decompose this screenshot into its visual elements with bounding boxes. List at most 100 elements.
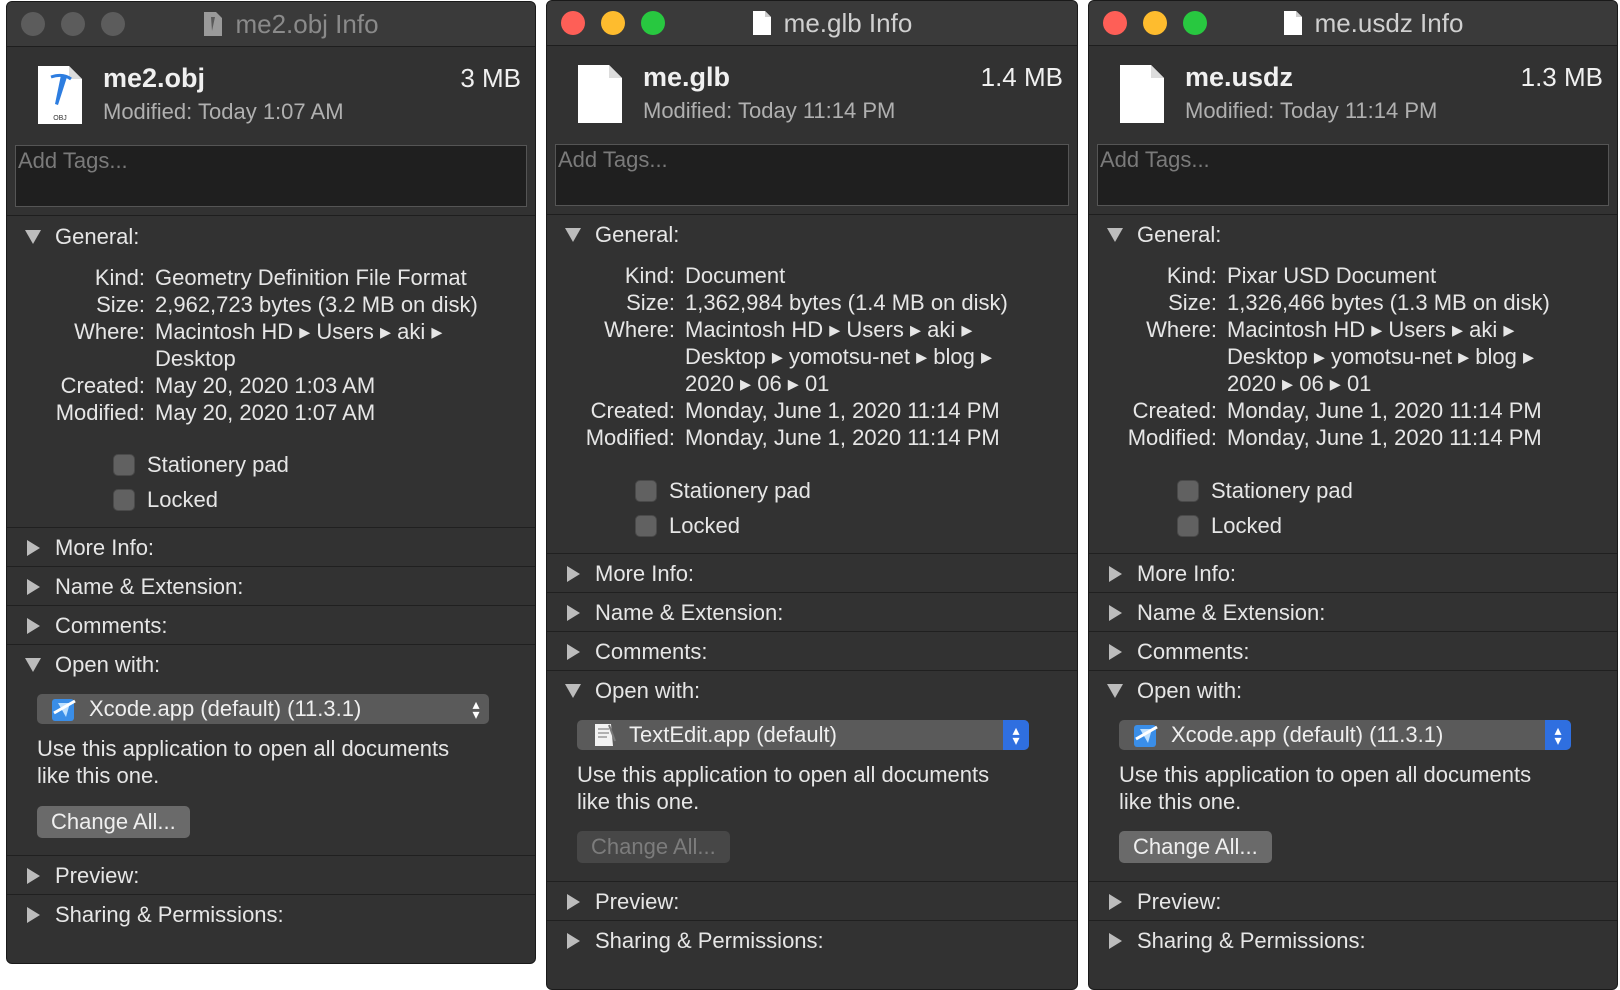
checkbox-label: Stationery pad	[669, 478, 811, 503]
disclosure-triangle-icon[interactable]	[1109, 644, 1122, 660]
open-with-popup[interactable]: Xcode.app (default) (11.3.1) ▴ ▾	[1119, 720, 1571, 750]
checkbox[interactable]	[635, 480, 657, 502]
disclosure-triangle-icon[interactable]	[1109, 605, 1122, 621]
file-name: me.usdz	[1185, 62, 1294, 92]
disclosure-triangle-icon[interactable]	[1109, 894, 1122, 910]
modified-value: Today 11:14 PM	[1280, 98, 1438, 123]
divider	[7, 855, 535, 856]
section-preview[interactable]: Preview:	[547, 883, 1077, 921]
section-label: Comments:	[595, 639, 708, 664]
description-line: Use this application to open all documen…	[37, 736, 450, 761]
section-open-with[interactable]: Open with:	[7, 646, 535, 684]
divider	[547, 553, 1077, 554]
document-icon	[1283, 11, 1302, 35]
section-open-with[interactable]: Open with:	[1089, 672, 1617, 710]
section-more-info[interactable]: More Info:	[7, 529, 535, 567]
title-bar[interactable]: me.glb Info	[547, 1, 1077, 46]
tags-input[interactable]: Add Tags...	[15, 145, 527, 207]
change-all-button[interactable]: Change All...	[577, 831, 730, 863]
change-all-button[interactable]: Change All...	[37, 806, 190, 838]
divider	[1089, 881, 1617, 882]
section-general[interactable]: General:	[1089, 216, 1617, 254]
divider	[547, 214, 1077, 215]
section-sharing-permissions[interactable]: Sharing & Permissions:	[547, 922, 1077, 960]
kind-label: Kind:	[94, 265, 145, 290]
section-general[interactable]: General:	[7, 218, 535, 256]
disclosure-triangle-icon[interactable]	[1109, 566, 1122, 582]
section-sharing-permissions[interactable]: Sharing & Permissions:	[7, 896, 535, 934]
section-open-with[interactable]: Open with:	[547, 672, 1077, 710]
disclosure-triangle-icon[interactable]	[1109, 933, 1122, 949]
tags-input[interactable]: Add Tags...	[555, 144, 1069, 206]
modified-label: Modified:	[1185, 98, 1275, 123]
section-comments[interactable]: Comments:	[7, 607, 535, 645]
disclosure-triangle-icon[interactable]	[25, 658, 41, 672]
modified-label: Modified:	[103, 99, 193, 124]
size-label: Size:	[96, 292, 145, 317]
section-more-info[interactable]: More Info:	[547, 555, 1077, 593]
section-label: General:	[55, 224, 140, 249]
stationery-pad-checkbox[interactable]: Stationery pad	[1177, 478, 1353, 504]
open-with-popup[interactable]: TextEdit.app (default) ▴ ▾	[577, 720, 1029, 750]
disclosure-triangle-icon[interactable]	[567, 933, 580, 949]
disclosure-triangle-icon[interactable]	[565, 228, 581, 242]
disclosure-triangle-icon[interactable]	[27, 540, 40, 556]
disclosure-triangle-icon[interactable]	[25, 230, 41, 244]
disclosure-triangle-icon[interactable]	[27, 618, 40, 634]
created-value: May 20, 2020 1:03 AM	[155, 373, 376, 398]
section-more-info[interactable]: More Info:	[1089, 555, 1617, 593]
checkbox[interactable]	[635, 515, 657, 537]
checkbox[interactable]	[113, 489, 135, 511]
locked-checkbox[interactable]: Locked	[113, 487, 218, 513]
locked-checkbox[interactable]: Locked	[635, 513, 740, 539]
checkbox[interactable]	[1177, 480, 1199, 502]
stationery-pad-checkbox[interactable]: Stationery pad	[113, 452, 289, 478]
where-label: Where:	[74, 319, 145, 344]
xcode-app-icon	[52, 699, 76, 721]
disclosure-triangle-icon[interactable]	[1107, 684, 1123, 698]
stationery-pad-checkbox[interactable]: Stationery pad	[635, 478, 811, 504]
section-label: Open with:	[1137, 678, 1243, 703]
section-label: Sharing & Permissions:	[1137, 928, 1366, 953]
kind-value: Document	[685, 263, 786, 288]
disclosure-triangle-icon[interactable]	[567, 644, 580, 660]
section-name-extension[interactable]: Name & Extension:	[7, 568, 535, 606]
popup-arrows-icon[interactable]: ▴ ▾	[1003, 720, 1029, 750]
checkbox[interactable]	[1177, 515, 1199, 537]
locked-checkbox[interactable]: Locked	[1177, 513, 1282, 539]
section-comments[interactable]: Comments:	[547, 633, 1077, 671]
disclosure-triangle-icon[interactable]	[1107, 228, 1123, 242]
popup-value: TextEdit.app (default)	[629, 722, 837, 747]
disclosure-triangle-icon[interactable]	[567, 894, 580, 910]
title-bar[interactable]: me.usdz Info	[1089, 1, 1617, 46]
created-value: Monday, June 1, 2020 11:14 PM	[1227, 398, 1542, 423]
disclosure-triangle-icon[interactable]	[27, 579, 40, 595]
checkbox[interactable]	[113, 454, 135, 476]
section-name-extension[interactable]: Name & Extension:	[547, 594, 1077, 632]
file-modified: Modified: Today 11:14 PM	[1185, 98, 1437, 124]
window-title: me2.obj Info	[235, 8, 379, 39]
section-name-extension[interactable]: Name & Extension:	[1089, 594, 1617, 632]
title-bar[interactable]: me2.obj Info	[7, 2, 535, 47]
section-preview[interactable]: Preview:	[7, 857, 535, 895]
disclosure-triangle-icon[interactable]	[567, 605, 580, 621]
where-label: Where:	[1146, 317, 1217, 342]
section-general[interactable]: General:	[547, 216, 1077, 254]
tags-input[interactable]: Add Tags...	[1097, 144, 1609, 206]
section-comments[interactable]: Comments:	[1089, 633, 1617, 671]
section-preview[interactable]: Preview:	[1089, 883, 1617, 921]
disclosure-triangle-icon[interactable]	[565, 684, 581, 698]
modified-value: Today 1:07 AM	[198, 99, 344, 124]
size-label: Size:	[1168, 290, 1217, 315]
popup-arrows-icon[interactable]: ▴ ▾	[1545, 720, 1571, 750]
disclosure-triangle-icon[interactable]	[567, 566, 580, 582]
section-sharing-permissions[interactable]: Sharing & Permissions:	[1089, 922, 1617, 960]
popup-arrows-icon[interactable]: ▴ ▾	[463, 694, 489, 724]
kind-value: Geometry Definition File Format	[155, 265, 467, 290]
file-name: me2.obj	[103, 63, 206, 93]
open-with-popup[interactable]: Xcode.app (default) (11.3.1) ▴ ▾	[37, 694, 489, 724]
change-all-button[interactable]: Change All...	[1119, 831, 1272, 863]
disclosure-triangle-icon[interactable]	[27, 868, 40, 884]
disclosure-triangle-icon[interactable]	[27, 907, 40, 923]
modified-full-value: Monday, June 1, 2020 11:14 PM	[685, 425, 1000, 450]
